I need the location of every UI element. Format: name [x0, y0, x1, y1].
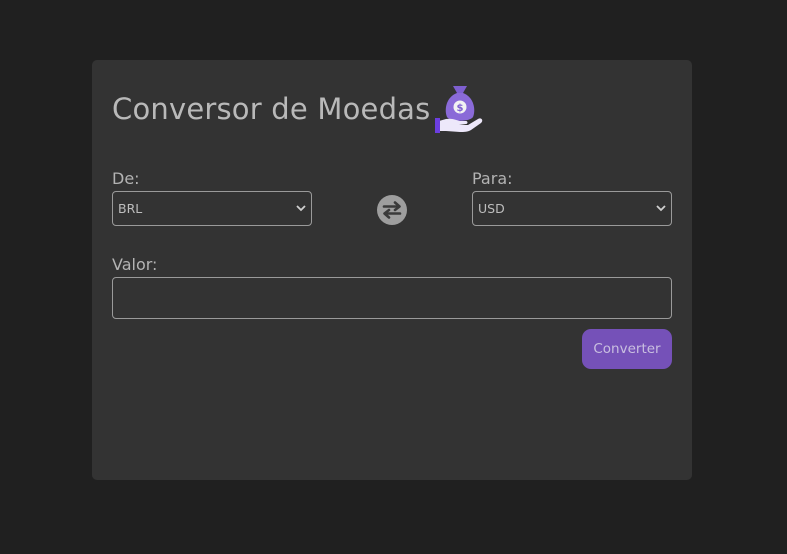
from-currency-value: BRL [118, 201, 143, 216]
convert-button[interactable]: Converter [582, 329, 672, 369]
from-currency-select[interactable]: BRL [112, 191, 312, 226]
value-input[interactable] [112, 277, 672, 319]
swap-arrows-icon [382, 201, 402, 219]
to-currency-value: USD [478, 201, 505, 216]
from-label: De: [112, 169, 140, 188]
chevron-down-icon [656, 205, 666, 212]
svg-text:$: $ [457, 103, 464, 114]
page-title: Conversor de Moedas [112, 92, 431, 126]
converter-card: Conversor de Moedas $ De: BRL Para: USD [92, 60, 692, 480]
swap-currencies-button[interactable] [377, 195, 407, 225]
to-label: Para: [472, 169, 513, 188]
money-bag-in-hand-icon: $ [435, 86, 483, 133]
chevron-down-icon [296, 205, 306, 212]
to-currency-select[interactable]: USD [472, 191, 672, 226]
value-label: Valor: [112, 255, 158, 274]
title-row: Conversor de Moedas $ [112, 82, 488, 136]
